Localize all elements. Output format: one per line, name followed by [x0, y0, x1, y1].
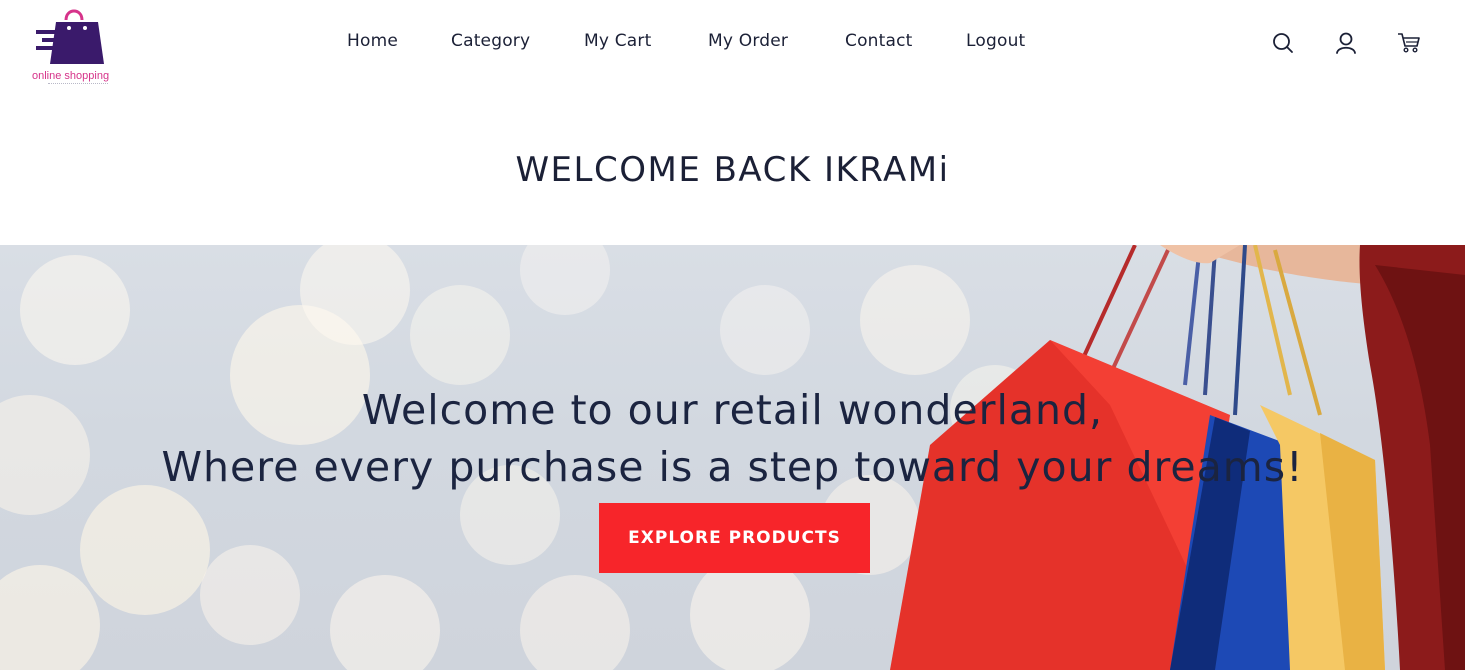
- welcome-title: WELCOME BACK IKRAMi: [515, 150, 950, 190]
- nav-contact[interactable]: Contact: [845, 31, 913, 51]
- brand-name: online shopping: [32, 70, 110, 82]
- shopping-bag-logo-icon: [36, 9, 104, 64]
- nav-logout[interactable]: Logout: [966, 31, 1025, 51]
- hero-line-2: Where every purchase is a step toward yo…: [161, 443, 1304, 491]
- brand-logo[interactable]: online shopping: [28, 2, 128, 94]
- hero-banner: Welcome to our retail wonderland, Where …: [0, 245, 1465, 670]
- cart-icon: [1398, 33, 1420, 53]
- page: online shopping Home Category My Cart My…: [0, 0, 1465, 670]
- hero-line-1: Welcome to our retail wonderland,: [361, 386, 1104, 434]
- nav-my-cart[interactable]: My Cart: [584, 31, 651, 51]
- user-icon: [1336, 32, 1356, 54]
- nav-home[interactable]: Home: [347, 31, 398, 51]
- site-header: online shopping Home Category My Cart My…: [0, 0, 1465, 100]
- cart-button[interactable]: [1396, 30, 1422, 56]
- search-icon: [1273, 33, 1293, 53]
- account-button[interactable]: [1333, 30, 1359, 56]
- brand-tagline-decoration: [48, 83, 108, 85]
- search-button[interactable]: [1270, 30, 1296, 56]
- explore-products-button[interactable]: EXPLORE PRODUCTS: [599, 503, 870, 573]
- nav-my-order[interactable]: My Order: [708, 31, 788, 51]
- hero-tagline: Welcome to our retail wonderland, Where …: [0, 382, 1465, 496]
- nav-category[interactable]: Category: [451, 31, 530, 51]
